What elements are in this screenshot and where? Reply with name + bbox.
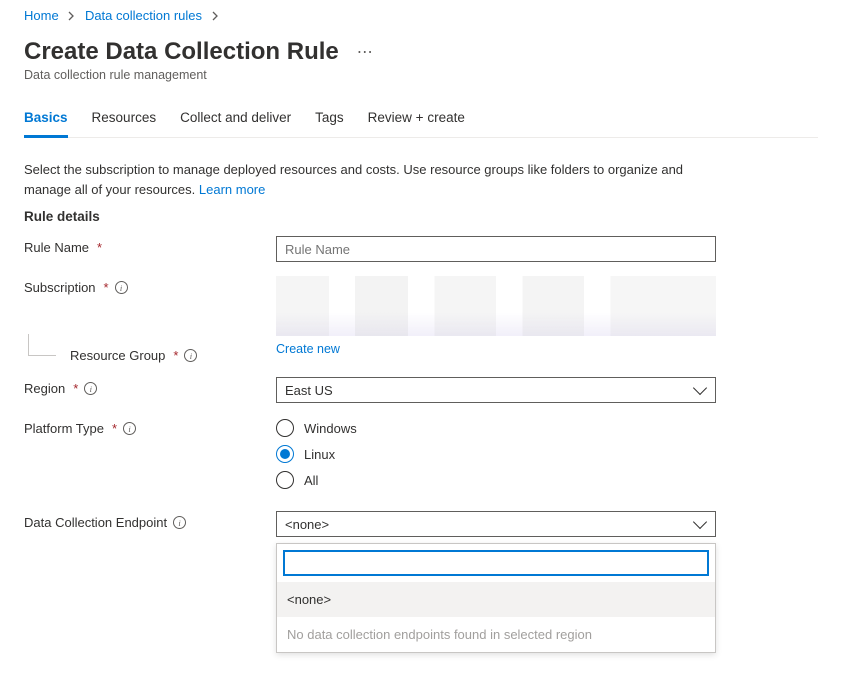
breadcrumb-home[interactable]: Home bbox=[24, 8, 59, 23]
chevron-down-icon bbox=[693, 515, 707, 529]
tabs: Basics Resources Collect and deliver Tag… bbox=[24, 110, 818, 138]
tab-collect-and-deliver[interactable]: Collect and deliver bbox=[180, 110, 291, 137]
radio-option-windows[interactable]: Windows bbox=[276, 419, 716, 437]
tab-review-create[interactable]: Review + create bbox=[368, 110, 465, 137]
dce-value: <none> bbox=[285, 517, 329, 532]
platform-type-radio-group: Windows Linux All bbox=[276, 417, 716, 489]
radio-label: Windows bbox=[304, 421, 357, 436]
region-select[interactable]: East US bbox=[276, 377, 716, 403]
tab-resources[interactable]: Resources bbox=[92, 110, 157, 137]
info-icon[interactable]: i bbox=[184, 349, 197, 362]
required-asterisk: * bbox=[173, 348, 178, 363]
radio-label: All bbox=[304, 473, 318, 488]
dce-empty-message: No data collection endpoints found in se… bbox=[277, 617, 715, 652]
section-heading-rule-details: Rule details bbox=[24, 209, 818, 224]
label-region: Region bbox=[24, 381, 65, 396]
tab-tags[interactable]: Tags bbox=[315, 110, 344, 137]
field-region: Region * i East US bbox=[24, 377, 818, 403]
radio-option-all[interactable]: All bbox=[276, 471, 716, 489]
field-platform-type: Platform Type * i Windows Linux All bbox=[24, 417, 818, 489]
section-description: Select the subscription to manage deploy… bbox=[24, 160, 724, 199]
label-platform-type: Platform Type bbox=[24, 421, 104, 436]
dce-select[interactable]: <none> bbox=[276, 511, 716, 537]
radio-option-linux[interactable]: Linux bbox=[276, 445, 716, 463]
field-rule-name: Rule Name * bbox=[24, 236, 818, 262]
region-value: East US bbox=[285, 383, 333, 398]
page-header: Create Data Collection Rule ⋯ bbox=[24, 38, 818, 66]
info-icon[interactable]: i bbox=[84, 382, 97, 395]
chevron-right-icon bbox=[68, 9, 75, 24]
info-icon[interactable]: i bbox=[123, 422, 136, 435]
tab-basics[interactable]: Basics bbox=[24, 110, 68, 138]
subscription-value-redacted bbox=[276, 276, 716, 336]
chevron-right-icon bbox=[212, 9, 219, 24]
learn-more-link[interactable]: Learn more bbox=[199, 182, 265, 197]
label-rule-name: Rule Name bbox=[24, 240, 89, 255]
field-data-collection-endpoint: Data Collection Endpoint i <none> <none>… bbox=[24, 511, 818, 653]
chevron-down-icon bbox=[693, 381, 707, 395]
tree-indent-icon bbox=[28, 334, 56, 356]
description-text: Select the subscription to manage deploy… bbox=[24, 162, 683, 197]
info-icon[interactable]: i bbox=[173, 516, 186, 529]
dce-dropdown: <none> No data collection endpoints foun… bbox=[276, 543, 716, 653]
rule-name-input[interactable] bbox=[276, 236, 716, 262]
radio-label: Linux bbox=[304, 447, 335, 462]
field-subscription: Subscription * i bbox=[24, 276, 818, 336]
dce-search-input[interactable] bbox=[283, 550, 709, 576]
label-subscription: Subscription bbox=[24, 280, 96, 295]
label-resource-group: Resource Group bbox=[70, 348, 165, 363]
required-asterisk: * bbox=[104, 280, 109, 295]
dce-option-none[interactable]: <none> bbox=[277, 582, 715, 617]
field-resource-group: Resource Group * i Create new bbox=[24, 338, 818, 363]
radio-icon bbox=[276, 419, 294, 437]
breadcrumb-parent[interactable]: Data collection rules bbox=[85, 8, 202, 23]
required-asterisk: * bbox=[112, 421, 117, 436]
page-title: Create Data Collection Rule bbox=[24, 38, 339, 66]
info-icon[interactable]: i bbox=[115, 281, 128, 294]
required-asterisk: * bbox=[97, 240, 102, 255]
radio-icon bbox=[276, 445, 294, 463]
breadcrumb: Home Data collection rules bbox=[24, 8, 818, 32]
radio-icon bbox=[276, 471, 294, 489]
create-new-link[interactable]: Create new bbox=[276, 342, 340, 356]
page-subtitle: Data collection rule management bbox=[24, 68, 818, 82]
label-dce: Data Collection Endpoint bbox=[24, 515, 167, 530]
more-actions-button[interactable]: ⋯ bbox=[353, 38, 378, 66]
required-asterisk: * bbox=[73, 381, 78, 396]
